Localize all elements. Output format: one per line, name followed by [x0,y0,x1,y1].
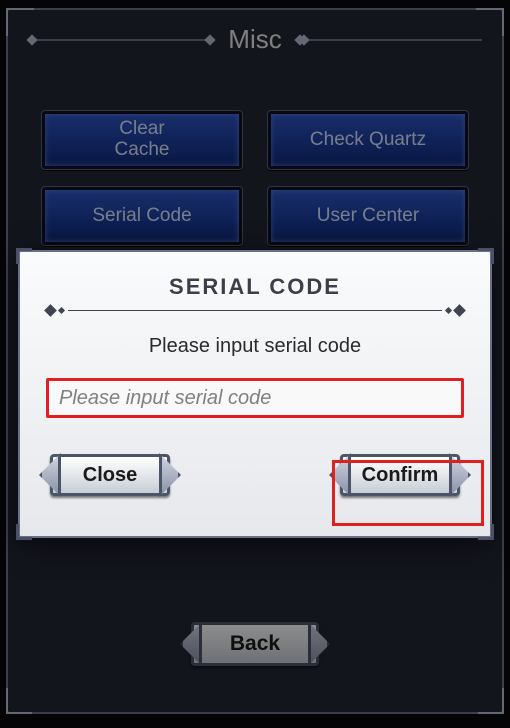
close-button-label: Close [83,464,137,487]
dialog-title: Serial Code [46,274,464,300]
dialog-divider [46,306,464,315]
dialog-message: Please input serial code [46,335,464,358]
serial-code-dialog: Serial Code Please input serial code Clo… [18,250,492,538]
serial-code-input[interactable] [46,378,464,418]
confirm-button-label: Confirm [362,464,439,487]
close-button[interactable]: Close [50,454,170,496]
confirm-button[interactable]: Confirm [340,454,460,496]
dialog-actions: Close Confirm [46,454,464,496]
